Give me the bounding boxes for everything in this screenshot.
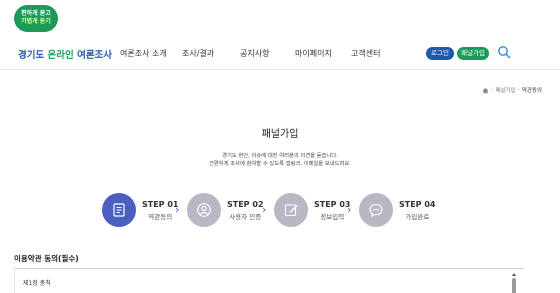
breadcrumb: › 패널가입 › 약관동의 <box>482 86 542 94</box>
user-icon <box>197 203 211 217</box>
logo-line-1: 편하게 묻고 <box>21 10 51 17</box>
nav-item-mypage[interactable]: 마이페이지 <box>295 48 351 59</box>
step-3: STEP 03 정보입력 <box>274 193 350 227</box>
main-nav: 경기도 온라인 여론조사 여론조사 소개 조사/결과 공지사항 마이페이지 고객… <box>0 36 560 70</box>
step-2-circle <box>187 193 221 227</box>
panel-join-button[interactable]: 패널가입 <box>457 47 489 60</box>
step-2-label: 사용자 인증 <box>229 212 262 221</box>
breadcrumb-current: 약관동의 <box>521 88 542 94</box>
home-icon[interactable] <box>482 87 489 94</box>
brand-highlight: 온라인 <box>47 50 74 61</box>
breadcrumb-parent[interactable]: 패널가입 <box>495 86 515 94</box>
step-1-label: 약관동의 <box>148 212 173 221</box>
site-brand[interactable]: 경기도 온라인 여론조사 <box>18 47 112 61</box>
step-4-number: STEP 04 <box>399 199 436 209</box>
page-title: 패널가입 <box>261 129 299 140</box>
breadcrumb-separator: › <box>491 87 494 93</box>
login-button[interactable]: 로그인 <box>426 47 454 60</box>
intro-text: 경기도 현안, 이슈에 대한 여러분의 의견을 듣습니다. 간편하게 조사에 참… <box>0 152 560 168</box>
terms-heading: 이용약관 동의(필수) <box>14 254 79 263</box>
step-3-circle <box>274 193 308 227</box>
step-3-text: STEP 03 정보입력 <box>314 200 350 221</box>
nav-item-survey-intro[interactable]: 여론조사 소개 <box>120 48 182 59</box>
step-2: STEP 02 사용자 인증 <box>187 193 263 227</box>
logo-line-2: 가볍게 듣기 <box>21 18 51 25</box>
nav-item-notices[interactable]: 공지사항 <box>240 48 295 59</box>
breadcrumb-separator: › <box>517 87 520 93</box>
chevron-right-icon: › <box>347 203 352 216</box>
step-2-text: STEP 02 사용자 인증 <box>227 200 263 221</box>
step-2-number: STEP 02 <box>227 199 264 209</box>
step-1-circle <box>102 193 136 227</box>
step-4-label: 가입완료 <box>405 212 430 221</box>
menu: 여론조사 소개 조사/결과 공지사항 마이페이지 고객센터 <box>120 48 380 59</box>
intro-line-1: 경기도 현안, 이슈에 대한 여러분의 의견을 듣습니다. <box>222 153 338 159</box>
step-1-number: STEP 01 <box>142 199 179 209</box>
intro-line-2: 간편하게 조사에 참여할 수 있도록 앱링크, 이메일을 보내드려요. <box>209 161 351 167</box>
chevron-right-icon: › <box>175 203 180 216</box>
chevron-right-icon: › <box>262 203 267 216</box>
document-list-icon <box>113 203 125 217</box>
logo[interactable]: 편하게 묻고 가볍게 듣기 <box>14 5 58 32</box>
step-3-number: STEP 03 <box>314 199 351 209</box>
search-icon[interactable] <box>497 45 511 59</box>
scroll-up-icon[interactable] <box>512 273 516 276</box>
scroll-thumb[interactable] <box>512 278 516 293</box>
nav-item-customer-center[interactable]: 고객센터 <box>351 48 380 59</box>
terms-content-box[interactable]: 제1장 총칙 <box>14 268 524 293</box>
step-3-label: 정보입력 <box>320 212 345 221</box>
terms-scrollbar[interactable] <box>512 273 516 293</box>
brand-prefix: 경기도 <box>18 50 48 61</box>
top-bar: 편하게 묻고 가볍게 듣기 <box>0 0 560 36</box>
step-4: STEP 04 가입완료 <box>359 193 435 227</box>
step-4-text: STEP 04 가입완료 <box>399 200 435 221</box>
edit-icon <box>284 204 298 217</box>
nav-item-survey-results[interactable]: 조사/결과 <box>182 48 240 59</box>
chat-icon <box>369 203 383 218</box>
brand-suffix: 여론조사 <box>73 50 113 61</box>
terms-chapter-title: 제1장 총칙 <box>23 280 51 287</box>
step-1: STEP 01 약관동의 <box>102 193 178 227</box>
step-1-text: STEP 01 약관동의 <box>142 200 178 221</box>
step-4-circle <box>359 193 393 227</box>
